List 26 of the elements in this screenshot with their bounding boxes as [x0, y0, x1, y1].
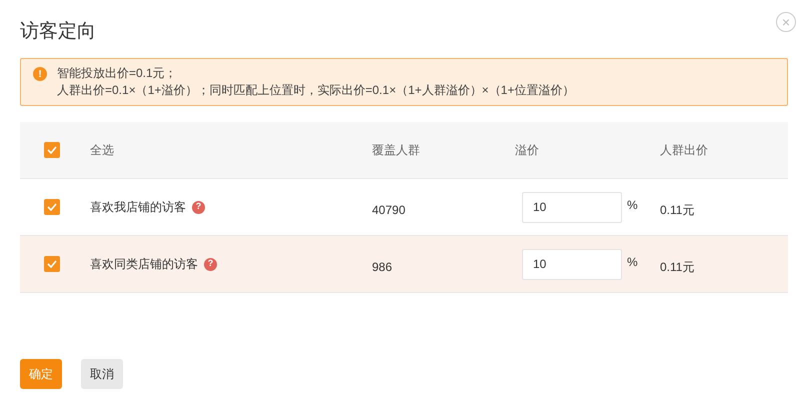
checkbox[interactable] [44, 142, 60, 158]
table-cell-text: 40790 [372, 202, 406, 219]
premium-field[interactable]: 10 [522, 192, 622, 222]
table-cell-text: 986 [372, 259, 394, 276]
warning-icon: ! [33, 67, 47, 81]
alert-text: 智能投放出价=0.1元； [57, 65, 178, 82]
table-cell-text: 喜欢我店铺的访客 [90, 199, 186, 216]
table-cell-text: 喜欢同类店铺的访客 [90, 256, 198, 273]
column-header: 覆盖人群 [372, 142, 421, 159]
cancel-button[interactable]: 取消 [81, 359, 123, 389]
dialog-title: 访客定向 [20, 20, 96, 44]
check-icon [47, 146, 57, 154]
percent-unit: % [627, 196, 638, 214]
percent-unit: % [627, 254, 638, 270]
premium-field[interactable]: 10 [522, 248, 622, 280]
table-cell-text: 0.11元 [660, 202, 694, 219]
table-cell-text: 0.11元 [660, 259, 694, 276]
alert-text: 人群出价=0.1×（1+溢价）；同时匹配上位置时，实际出价=0.1×（1+人群溢价）×（1+位置溢价） [57, 82, 574, 99]
column-header: 人群出价 [660, 142, 708, 159]
checkbox[interactable] [44, 199, 60, 215]
check-icon [47, 203, 57, 211]
table-row[interactable]: 喜欢同类店铺的访客 ? 986 10 % 0.11元 [20, 236, 788, 293]
check-icon [47, 260, 57, 268]
select-all-label: 全选 [90, 142, 115, 159]
checkbox[interactable] [44, 256, 60, 272]
column-header: 溢价 [515, 142, 540, 159]
